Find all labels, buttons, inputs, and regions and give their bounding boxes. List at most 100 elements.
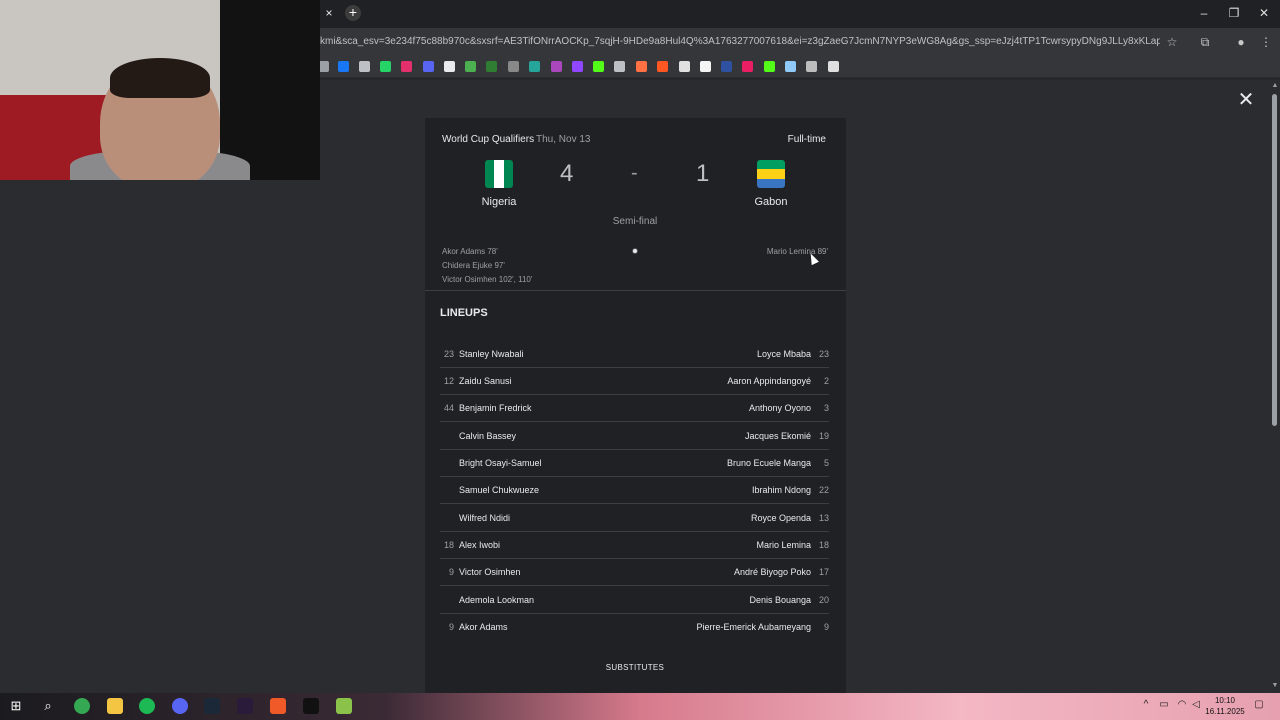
bookmark-icon[interactable] bbox=[636, 61, 647, 72]
home-player-name[interactable]: Ademola Lookman bbox=[459, 595, 534, 605]
scroll-up-icon[interactable]: ▲ bbox=[1271, 82, 1279, 90]
bookmark-star-icon[interactable]: ☆ bbox=[1164, 34, 1180, 50]
lineups-heading: LINEUPS bbox=[440, 307, 488, 319]
instagram-bookmark-icon[interactable] bbox=[401, 61, 412, 72]
url-field[interactable]: kmi&sca_esv=3e234f75c88b970c&sxsrf=AE3Ti… bbox=[320, 36, 1160, 50]
discord-bookmark-icon[interactable] bbox=[423, 61, 434, 72]
bookmark-icon[interactable] bbox=[359, 61, 370, 72]
home-player-number: 23 bbox=[443, 349, 454, 359]
volume-icon[interactable]: ◁ bbox=[1190, 699, 1202, 713]
home-player-name[interactable]: Alex Iwobi bbox=[459, 540, 500, 550]
scroll-down-icon[interactable]: ▼ bbox=[1271, 682, 1279, 690]
away-player-number: 13 bbox=[818, 513, 829, 523]
away-player-name[interactable]: Anthony Oyono bbox=[749, 403, 811, 413]
home-player-name[interactable]: Akor Adams bbox=[459, 622, 508, 632]
away-scorer: Mario Lemina 89' bbox=[766, 247, 828, 256]
restore-icon[interactable]: ❐ bbox=[1224, 5, 1244, 21]
bookmark-icon[interactable] bbox=[508, 61, 519, 72]
app-taskbar-icon[interactable] bbox=[270, 698, 286, 714]
away-player-number: 9 bbox=[823, 622, 829, 632]
x-bookmark-icon[interactable] bbox=[444, 61, 455, 72]
notifications-icon[interactable]: ▢ bbox=[1253, 699, 1265, 713]
bookmark-icon[interactable] bbox=[700, 61, 711, 72]
bookmark-icon[interactable] bbox=[657, 61, 668, 72]
away-player-name[interactable]: Bruno Ecuele Manga bbox=[727, 458, 811, 468]
lineup-row: Ademola Lookman Denis Bouanga 20 bbox=[440, 587, 829, 614]
away-player-name[interactable]: André Biyogo Poko bbox=[734, 567, 811, 577]
windows-start-icon[interactable]: ⊞ bbox=[8, 698, 24, 714]
home-player-name[interactable]: Victor Osimhen bbox=[459, 567, 520, 577]
away-player-name[interactable]: Ibrahim Ndong bbox=[752, 485, 811, 495]
twitch-bookmark-icon[interactable] bbox=[572, 61, 583, 72]
menu-icon[interactable]: ⋮ bbox=[1258, 34, 1274, 50]
steam-taskbar-icon[interactable] bbox=[204, 698, 220, 714]
home-player-name[interactable]: Zaidu Sanusi bbox=[459, 376, 512, 386]
file-explorer-taskbar-icon[interactable] bbox=[107, 698, 123, 714]
kick-bookmark-icon[interactable] bbox=[593, 61, 604, 72]
bookmark-icon[interactable] bbox=[551, 61, 562, 72]
bookmark-icon[interactable] bbox=[614, 61, 625, 72]
chrome-taskbar-icon[interactable] bbox=[74, 698, 90, 714]
away-player-number: 23 bbox=[818, 349, 829, 359]
tray-chevron-icon[interactable]: ^ bbox=[1140, 699, 1152, 713]
competition-label[interactable]: World Cup Qualifiers bbox=[442, 134, 534, 145]
bookmark-icon[interactable] bbox=[764, 61, 775, 72]
away-player-name[interactable]: Denis Bouanga bbox=[749, 595, 811, 605]
home-player-number: 18 bbox=[443, 540, 454, 550]
home-player-name[interactable]: Samuel Chukwueze bbox=[459, 485, 539, 495]
away-player-name[interactable]: Aaron Appindangoyé bbox=[727, 376, 811, 386]
home-player-name[interactable]: Benjamin Fredrick bbox=[459, 403, 532, 413]
profile-avatar-icon[interactable]: ● bbox=[1233, 34, 1249, 50]
home-scorer: Victor Osimhen 102', 110' bbox=[442, 275, 533, 284]
lineup-row: 9 Akor Adams Pierre-Emerick Aubameyang 9 bbox=[440, 614, 829, 641]
away-player-name[interactable]: Pierre-Emerick Aubameyang bbox=[696, 622, 811, 632]
bookmark-icon[interactable] bbox=[465, 61, 476, 72]
new-tab-button[interactable]: + bbox=[345, 5, 361, 21]
away-player-number: 22 bbox=[818, 485, 829, 495]
bookmark-icon[interactable] bbox=[742, 61, 753, 72]
scrollbar-thumb[interactable] bbox=[1272, 94, 1277, 426]
tab-close-icon[interactable]: × bbox=[322, 6, 336, 20]
away-player-name[interactable]: Loyce Mbaba bbox=[757, 349, 811, 359]
webcam-overlay bbox=[0, 0, 320, 180]
taskbar bbox=[0, 693, 1280, 720]
home-player-number: 9 bbox=[448, 567, 454, 577]
away-score: 1 bbox=[696, 160, 710, 187]
bookmark-icon[interactable] bbox=[806, 61, 817, 72]
wordpress-bookmark-icon[interactable] bbox=[785, 61, 796, 72]
taskbar-clock[interactable]: 10:10 16.11.2025 bbox=[1202, 695, 1248, 717]
bookmark-icon[interactable] bbox=[679, 61, 690, 72]
home-player-name[interactable]: Wilfred Ndidi bbox=[459, 513, 510, 523]
network-icon[interactable]: ▭ bbox=[1158, 699, 1170, 713]
home-player-name[interactable]: Calvin Bassey bbox=[459, 431, 516, 441]
match-date: Thu, Nov 13 bbox=[536, 134, 591, 145]
app-taskbar-icon[interactable] bbox=[237, 698, 253, 714]
wifi-icon[interactable]: ◠ bbox=[1176, 699, 1188, 713]
window-close-icon[interactable]: ✕ bbox=[1254, 5, 1274, 21]
bookmark-icon[interactable] bbox=[721, 61, 732, 72]
home-player-name[interactable]: Bright Osayi-Samuel bbox=[459, 458, 542, 468]
extensions-icon[interactable]: ⧉ bbox=[1197, 34, 1213, 50]
bookmark-icon[interactable] bbox=[529, 61, 540, 72]
away-player-number: 19 bbox=[818, 431, 829, 441]
match-round: Semi-final bbox=[612, 216, 658, 227]
search-icon[interactable]: ⌕ bbox=[40, 698, 56, 714]
away-player-name[interactable]: Jacques Ekomié bbox=[745, 431, 811, 441]
close-overlay-icon[interactable]: ✕ bbox=[1236, 90, 1256, 110]
discord-taskbar-icon[interactable] bbox=[172, 698, 188, 714]
home-player-name[interactable]: Stanley Nwabali bbox=[459, 349, 524, 359]
whatsapp-bookmark-icon[interactable] bbox=[380, 61, 391, 72]
facebook-bookmark-icon[interactable] bbox=[338, 61, 349, 72]
app-taskbar-icon[interactable] bbox=[336, 698, 352, 714]
app-taskbar-icon[interactable] bbox=[303, 698, 319, 714]
bookmark-icon[interactable] bbox=[486, 61, 497, 72]
away-player-name[interactable]: Royce Openda bbox=[751, 513, 811, 523]
spotify-taskbar-icon[interactable] bbox=[139, 698, 155, 714]
lineup-row: 44 Benjamin Fredrick Anthony Oyono 3 bbox=[440, 395, 829, 422]
nigeria-flag-icon bbox=[485, 160, 513, 188]
minimize-icon[interactable]: – bbox=[1194, 5, 1214, 21]
away-team-name[interactable]: Gabon bbox=[721, 196, 821, 208]
away-player-name[interactable]: Mario Lemina bbox=[756, 540, 811, 550]
home-team-name[interactable]: Nigeria bbox=[449, 196, 549, 208]
bookmark-icon[interactable] bbox=[828, 61, 839, 72]
